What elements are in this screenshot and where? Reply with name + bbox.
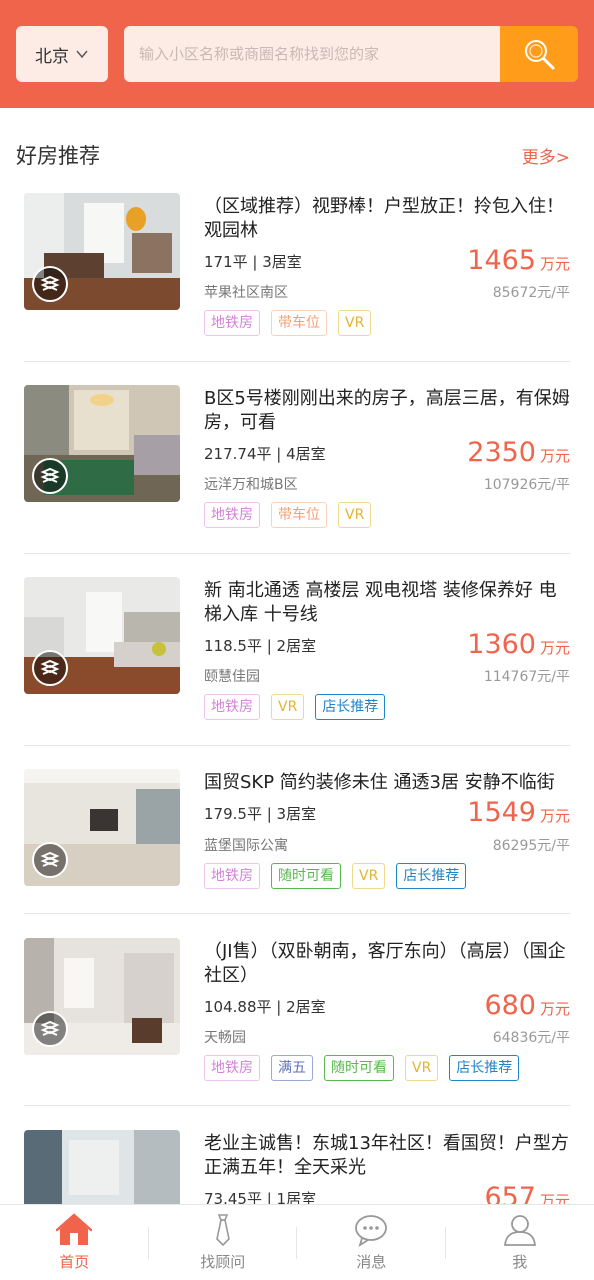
tag: 地铁房: [204, 694, 260, 720]
listing-thumbnail: [24, 938, 180, 1055]
listing-meta: 104.88平 | 2居室: [204, 998, 326, 1016]
more-link[interactable]: 更多>: [522, 143, 570, 168]
listing-tags: 地铁房 满五 随时可看 VR 店长推荐: [204, 1055, 520, 1081]
listing-title: （区域推荐）视野棒！户型放正！拎包入住！观园林: [204, 196, 564, 241]
tag: 带车位: [271, 310, 327, 336]
divider: [24, 553, 570, 554]
listing-community: 蓝堡国际公寓: [204, 838, 288, 854]
listing-community: 苹果社区南区: [204, 285, 288, 301]
listing-price: 1465 万元: [467, 245, 570, 276]
listing-price: 1360 万元: [467, 629, 570, 660]
vr-badge-icon: [32, 842, 68, 878]
listing-item[interactable]: （区域推荐）视野棒！户型放正！拎包入住！观园林 171平 | 3居室 苹果社区南…: [24, 193, 570, 363]
tab-label: 我: [512, 1253, 528, 1271]
listing-unit-price: 114767元/平: [483, 669, 570, 685]
listing-unit-price: 86295元/平: [492, 838, 570, 854]
listing-unit-price: 64836元/平: [492, 1030, 570, 1046]
tag: 随时可看: [271, 863, 341, 889]
listing-price: 680 万元: [484, 990, 570, 1021]
listing-thumbnail: [24, 577, 180, 694]
listing-tags: 地铁房 随时可看 VR 店长推荐: [204, 863, 467, 889]
divider: [24, 913, 570, 914]
vr-badge-icon: [32, 650, 68, 686]
listing-meta: 179.5平 | 3居室: [204, 805, 317, 823]
listing-title: 新 南北通透 高楼层 观电视塔 装修保养好 电梯入库 十号线: [204, 580, 557, 625]
tie-icon: [215, 1214, 230, 1247]
vr-badge-icon: [32, 458, 68, 494]
listing-title: 国贸SKP 简约装修未住 通透3居 安静不临街: [204, 772, 555, 793]
listing-community: 远洋万和城B区: [204, 477, 298, 493]
tag: 地铁房: [204, 863, 260, 889]
listing-community: 天畅园: [204, 1030, 246, 1046]
tag: VR: [271, 694, 305, 720]
listing-title: B区5号楼刚刚出来的房子，高层三居，有保姆房，可看: [204, 388, 570, 433]
listing-meta: 118.5平 | 2居室: [204, 637, 317, 655]
listing-price: 2350 万元: [467, 437, 570, 468]
listing-title: （JI售）（双卧朝南，客厅东向）（高层）（国企社区）: [204, 941, 566, 986]
listing-item[interactable]: 老业主诚售！东城13年社区！看国贸！户型方正满五年！全天采光 73.45平 | …: [24, 1130, 570, 1247]
tag: 带车位: [271, 502, 327, 528]
search-box: [124, 26, 502, 82]
vr-badge-icon: [32, 266, 68, 302]
tag: 地铁房: [204, 1055, 260, 1081]
listing-thumbnail: [24, 193, 180, 310]
listing-unit-price: 107926元/平: [483, 477, 570, 493]
person-icon: [503, 1215, 536, 1246]
listing-tags: 地铁房 带车位 VR: [204, 502, 372, 528]
tag: VR: [338, 310, 372, 336]
tag: VR: [352, 863, 386, 889]
listing-unit-price: 85672元/平: [492, 285, 570, 301]
search-button[interactable]: [500, 26, 578, 82]
tab-home[interactable]: 首页: [0, 1205, 149, 1280]
listing-thumbnail: [24, 769, 180, 886]
listing-tags: 地铁房 带车位 VR: [204, 310, 372, 336]
tag: 店长推荐: [315, 694, 386, 720]
tag: 满五: [271, 1055, 313, 1081]
tab-messages[interactable]: 消息: [297, 1205, 446, 1280]
listing-thumbnail: [24, 385, 180, 502]
tab-label: 找顾问: [200, 1253, 246, 1271]
chat-icon: [355, 1215, 388, 1247]
tab-me[interactable]: 我: [446, 1205, 594, 1280]
search-input[interactable]: [139, 45, 502, 63]
tag: 地铁房: [204, 502, 260, 528]
search-icon: [525, 40, 555, 70]
listing-community: 颐慧佳园: [204, 669, 260, 685]
listing-item[interactable]: 国贸SKP 简约装修未住 通透3居 安静不临街 179.5平 | 3居室 蓝堡国…: [24, 769, 570, 914]
tag: 店长推荐: [396, 863, 467, 889]
top-header: 北京: [0, 0, 594, 108]
listing-price: 1549 万元: [467, 797, 570, 828]
tag: 店长推荐: [449, 1055, 520, 1081]
divider: [24, 745, 570, 746]
listing-tags: 地铁房 VR 店长推荐: [204, 694, 386, 720]
listing-title: 老业主诚售！东城13年社区！看国贸！户型方正满五年！全天采光: [204, 1133, 569, 1178]
tab-advisor[interactable]: 找顾问: [149, 1205, 297, 1280]
tag: VR: [405, 1055, 439, 1081]
listing-item[interactable]: B区5号楼刚刚出来的房子，高层三居，有保姆房，可看 217.74平 | 4居室 …: [24, 385, 570, 555]
home-icon: [56, 1213, 93, 1245]
section-title: 好房推荐: [16, 144, 100, 168]
listing-meta: 217.74平 | 4居室: [204, 445, 326, 463]
chevron-down-icon: [76, 50, 88, 59]
tag: VR: [338, 502, 372, 528]
tab-label: 消息: [356, 1253, 387, 1271]
divider: [24, 361, 570, 362]
listing-item[interactable]: 新 南北通透 高楼层 观电视塔 装修保养好 电梯入库 十号线 118.5平 | …: [24, 577, 570, 747]
tag: 地铁房: [204, 310, 260, 336]
listing-item[interactable]: （JI售）（双卧朝南，客厅东向）（高层）（国企社区） 104.88平 | 2居室…: [24, 938, 570, 1108]
vr-badge-icon: [32, 1011, 68, 1047]
bottom-tab-bar: 首页 找顾问 消息 我: [0, 1204, 594, 1280]
city-label: 北京: [35, 46, 69, 67]
tag: 随时可看: [324, 1055, 394, 1081]
listing-meta: 171平 | 3居室: [204, 253, 302, 271]
city-selector[interactable]: 北京: [16, 26, 108, 82]
divider: [24, 1105, 570, 1106]
tab-label: 首页: [59, 1253, 90, 1271]
